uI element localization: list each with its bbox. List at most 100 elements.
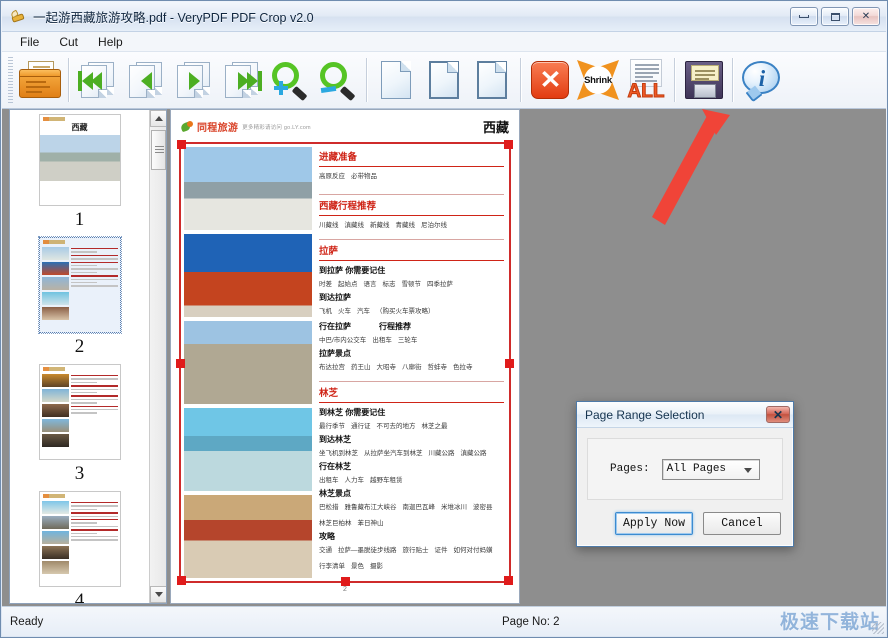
caret-up-icon [155, 116, 163, 121]
thumbnail-page-4[interactable] [39, 491, 121, 587]
menu-item-file[interactable]: File [10, 33, 49, 51]
page-blank-icon [381, 61, 411, 99]
keyword-row: 交通 拉萨—墨脱徒步线路 旅行贴士 证件 如何对付蚂蟥 行李清单 景色 摄影 [319, 544, 504, 570]
thumbnail-page-3[interactable] [39, 364, 121, 460]
photo-lake [184, 408, 312, 491]
section-heading: 林芝 [319, 385, 504, 401]
scroll-down-button[interactable] [150, 586, 167, 603]
cancel-button[interactable]: Cancel [703, 512, 781, 535]
photo-snow-mountain [184, 147, 312, 230]
zoom-in-button[interactable] [266, 55, 314, 105]
client-area: 西藏 1 [2, 109, 886, 606]
thumbnail-scrollbar[interactable] [149, 110, 166, 603]
fit-page-button[interactable] [372, 55, 420, 105]
minimize-button[interactable] [790, 7, 818, 26]
keyword-row: 时差 起始点 语言 标志 雪顿节 四季拉萨 [319, 278, 504, 288]
subsection-heading: 到林芝 你需要记住 [319, 407, 504, 418]
resize-grip[interactable] [872, 622, 884, 634]
toolbar-separator [366, 58, 368, 102]
brand-name: 同程旅游 [197, 119, 238, 134]
crop-handle-bottom-right[interactable] [504, 576, 513, 585]
brand: 同程旅游 更多精彩请访问 go.LY.com [181, 119, 311, 134]
pages-select[interactable]: All Pages [662, 459, 760, 480]
crop-handle-top-right[interactable] [504, 140, 513, 149]
all-icon: ALL [626, 59, 666, 101]
close-icon: ✕ [862, 12, 870, 22]
document-view[interactable]: 同程旅游 更多精彩请访问 go.LY.com 西藏 [170, 109, 520, 604]
subsection-heading: 行在林芝 [319, 461, 504, 472]
keyword-row: 川藏线 滇藏线 新藏线 青藏线 尼泊尔线 [319, 219, 504, 229]
toolbar: ✕ Shrink ALL i [2, 52, 886, 109]
thumbnail-page-1[interactable]: 西藏 [39, 114, 121, 206]
subsection-heading: 到拉萨 你需要记住 [319, 265, 504, 276]
delete-crop-button[interactable]: ✕ [526, 55, 574, 105]
menu-item-help[interactable]: Help [88, 33, 133, 51]
photo-barkhor-street [184, 321, 312, 404]
red-x-icon: ✕ [531, 61, 569, 99]
minimize-icon [799, 15, 809, 18]
previous-page-icon [126, 62, 166, 98]
toolbar-separator [732, 58, 734, 102]
all-label: ALL [626, 81, 666, 103]
document-header: 同程旅游 更多精彩请访问 go.LY.com 西藏 [171, 110, 519, 142]
keyword-row: 坐飞机到林芝 从拉萨坐汽车到林芝 川藏公路 滇藏公路 [319, 447, 504, 457]
page-range-dialog: Page Range Selection ✕ Pages: All Pages [576, 401, 794, 547]
maximize-icon [831, 13, 840, 21]
thumbnail-number-4: 4 [75, 590, 85, 603]
dialog-close-button[interactable]: ✕ [766, 406, 790, 423]
page-number-status: Page No: 2 [502, 616, 560, 628]
status-bar: Ready Page No: 2 极速下载站 [2, 606, 886, 636]
first-page-button[interactable] [74, 55, 122, 105]
crop-handle-top-left[interactable] [177, 140, 186, 149]
crop-handle-middle-left[interactable] [176, 359, 185, 368]
scroll-up-button[interactable] [150, 110, 167, 127]
thumbnail-number-3: 3 [75, 463, 85, 485]
pages-label: Pages: [610, 463, 650, 475]
fit-height-button[interactable] [468, 55, 516, 105]
thumbnail-list[interactable]: 西藏 1 [10, 110, 149, 603]
fit-width-button[interactable] [420, 55, 468, 105]
brand-subtitle: 更多精彩请访问 go.LY.com [242, 123, 311, 131]
open-file-button[interactable] [16, 55, 64, 105]
crop-handle-bottom-left[interactable] [177, 576, 186, 585]
page-width-icon [429, 61, 459, 99]
thumbnail-pane: 西藏 1 [9, 109, 167, 604]
save-button[interactable] [680, 55, 728, 105]
zoom-out-button[interactable] [314, 55, 362, 105]
subsection-heading: 行在拉萨 [319, 321, 351, 332]
menu-item-cut[interactable]: Cut [49, 33, 88, 51]
photo-potala-palace [184, 234, 312, 317]
first-page-icon [78, 62, 118, 98]
apply-now-button[interactable]: Apply Now [615, 512, 693, 535]
dialog-body: Pages: All Pages Apply Now Cancel [577, 428, 793, 547]
next-page-button[interactable] [170, 55, 218, 105]
keyword-row: 布达拉宫 药王山 大昭寺 八廓街 哲蚌寺 色拉寺 [319, 361, 504, 371]
title-bar: 一起游西藏旅游攻略.pdf - VeryPDF PDF Crop v2.0 ✕ [2, 2, 886, 32]
apply-all-button[interactable]: ALL [622, 55, 670, 105]
section-heading: 西藏行程推荐 [319, 198, 504, 214]
app-icon [10, 8, 27, 25]
scrollbar-thumb[interactable] [151, 130, 166, 170]
keyword-row: 中巴/市内公交车 出租车 三轮车 [319, 334, 504, 344]
window-title: 一起游西藏旅游攻略.pdf - VeryPDF PDF Crop v2.0 [33, 7, 314, 26]
shrink-button[interactable]: Shrink [574, 55, 622, 105]
previous-page-button[interactable] [122, 55, 170, 105]
shrink-label: Shrink [584, 66, 612, 94]
keyword-row: 高原反应 必带物品 [319, 170, 504, 180]
close-button[interactable]: ✕ [852, 7, 880, 26]
open-folder-icon [19, 61, 61, 99]
maximize-button[interactable] [821, 7, 849, 26]
thumbnail-page-2[interactable] [39, 237, 121, 333]
keyword-row: 最行季节 通行证 不可去的地方 林芝之最 [319, 420, 504, 430]
crop-selection[interactable]: 进藏准备 高原反应 必带物品 西藏行程推荐 川藏线 滇藏线 新藏线 [179, 142, 511, 583]
toolbar-separator [674, 58, 676, 102]
toolbar-grip[interactable] [8, 57, 13, 103]
last-page-button[interactable] [218, 55, 266, 105]
chevron-down-icon [744, 468, 752, 473]
subsection-heading: 拉萨景点 [319, 348, 504, 359]
crop-handle-middle-right[interactable] [505, 359, 514, 368]
status-text: Ready [10, 616, 43, 628]
crop-handle-bottom-center[interactable] [341, 577, 350, 586]
subsection-heading: 攻略 [319, 531, 504, 542]
about-button[interactable]: i [738, 55, 786, 105]
